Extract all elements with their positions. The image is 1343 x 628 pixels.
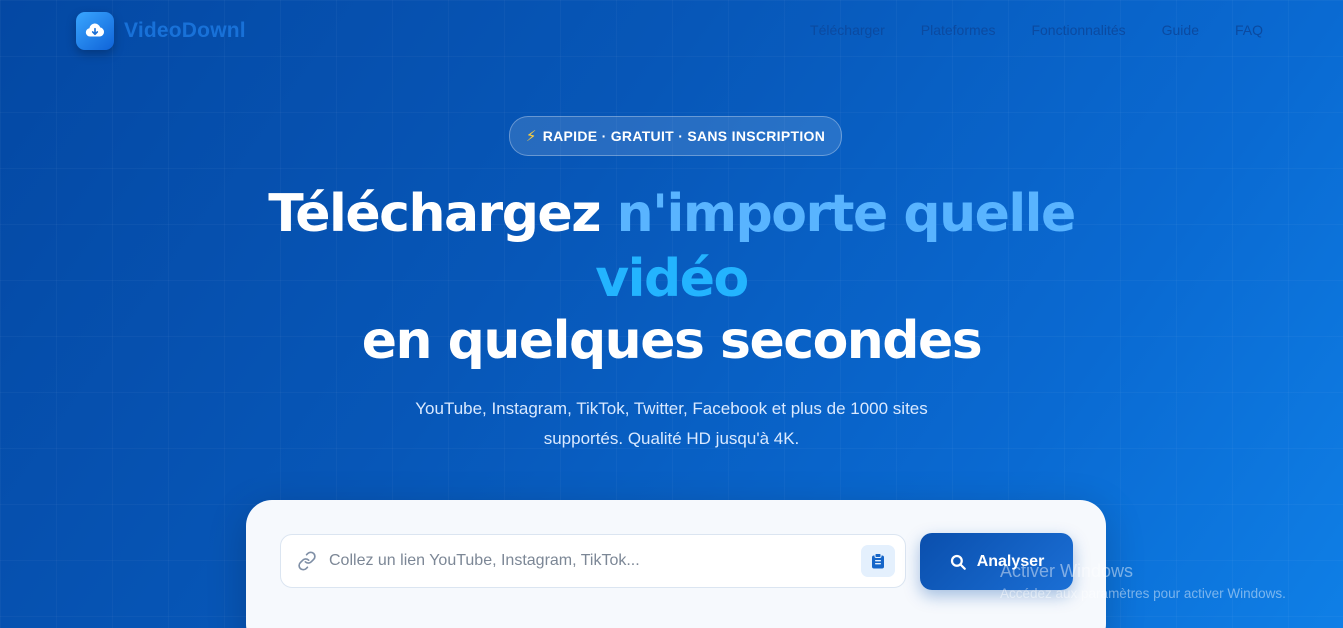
link-icon [297, 551, 317, 571]
hero-subtitle-line-2: supportés. Qualité HD jusqu'à 4K. [543, 429, 800, 448]
feature-badge: ⚡ RAPIDE · GRATUIT · SANS INSCRIPTION [509, 116, 842, 156]
lightning-bolt-icon: ⚡ [525, 128, 537, 145]
nav-item-telecharger[interactable]: Télécharger [810, 22, 885, 38]
headline-line-3-text: en quelques secondes [361, 311, 983, 371]
hero-subtitle-line-1: YouTube, Instagram, TikTok, Twitter, Fac… [415, 399, 928, 418]
logo[interactable]: VideoDownl [76, 12, 246, 50]
clipboard-icon [872, 553, 884, 569]
hero-subtitle: YouTube, Instagram, TikTok, Twitter, Fac… [0, 394, 1343, 454]
nav-item-faq[interactable]: FAQ [1235, 22, 1263, 38]
nav-item-fonctionnalites[interactable]: Fonctionnalités [1031, 22, 1125, 38]
headline-highlight-2: vidéo [595, 249, 749, 309]
logo-text: VideoDownl [124, 19, 246, 42]
headline-line-1: Téléchargez n'importe quelle [0, 183, 1343, 245]
watermark-subtitle: Accédez aux paramètres pour activer Wind… [1000, 586, 1286, 601]
paste-button[interactable] [861, 545, 895, 577]
nav-item-guide[interactable]: Guide [1162, 22, 1199, 38]
headline-word-telechargez: Téléchargez [268, 184, 617, 244]
search-icon [950, 554, 966, 570]
feature-badge-text: RAPIDE · GRATUIT · SANS INSCRIPTION [542, 128, 826, 144]
headline-line-3: en quelques secondes [0, 310, 1343, 372]
cloud-download-icon [76, 12, 114, 50]
url-input-wrapper [280, 534, 906, 588]
url-input[interactable] [327, 551, 841, 571]
watermark-title: Activer Windows [1000, 561, 1134, 581]
search-card: Analyser [246, 500, 1106, 628]
main-nav: Télécharger Plateformes Fonctionnalités … [810, 22, 1263, 38]
nav-item-plateformes[interactable]: Plateformes [921, 22, 996, 38]
headline-highlight-1: n'importe quelle [616, 184, 1077, 244]
windows-activation-watermark: Activer Windows Accédez aux paramètres p… [1000, 560, 1286, 601]
headline-line-2: vidéo [0, 248, 1343, 310]
